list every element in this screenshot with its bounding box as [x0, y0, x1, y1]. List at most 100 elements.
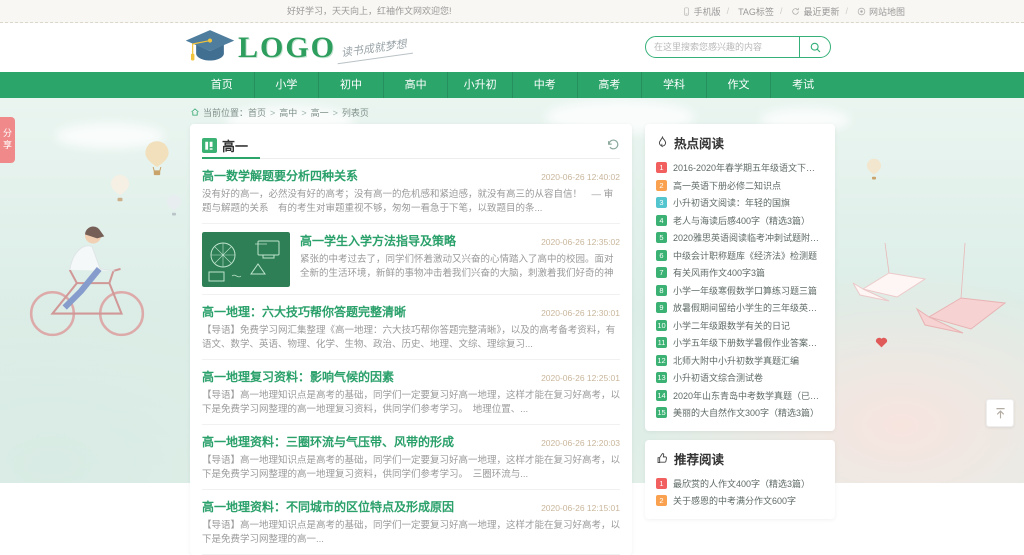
top-utility-bar: 好好学习，天天向上，红袖作文网欢迎您! 手机版TAG标签最近更新网站地图 [0, 0, 1024, 23]
rank-badge: 7 [656, 267, 667, 278]
breadcrumb-item-2[interactable]: 高一 [297, 106, 328, 119]
hot-reading-panel: 热点阅读 1 2016-2020年春学期五年级语文下期末模拟 2 高一英语下册必… [645, 124, 835, 431]
hot-reading-item-13[interactable]: 14 2020年山东青岛中考数学真题（已公布） [656, 387, 824, 405]
nav-item-8[interactable]: 作文 [706, 72, 771, 98]
article-summary: 【导语】免费学习网汇集整理《高一地理：六大技巧帮你答题完整清晰》，以及的高考备考… [202, 324, 620, 352]
rank-badge: 5 [656, 232, 667, 243]
hot-reading-item-8[interactable]: 9 放暑假期间留给小学生的三年级英语作文范文 [656, 299, 824, 317]
search-box [645, 36, 831, 58]
hot-air-balloon-icon [110, 174, 130, 202]
nav-item-4[interactable]: 小升初 [447, 72, 512, 98]
rank-badge: 4 [656, 215, 667, 226]
back-to-top-icon [994, 407, 1007, 420]
main-navigation: 首页小学初中高中小升初中考高考学科作文考试 [0, 72, 1024, 98]
article-summary: 没有好的高一，必然没有好的高考；没有高一的危机感和紧迫感，就没有高三的从容自信！… [202, 188, 620, 216]
hot-reading-item-11[interactable]: 12 北师大附中小升初数学真题汇编 [656, 352, 824, 370]
hot-reading-item-12[interactable]: 13 小升初语文综合测试卷 [656, 369, 824, 387]
article-thumbnail[interactable] [202, 232, 290, 287]
topbar-link-1[interactable]: TAG标签 [721, 5, 774, 18]
hot-reading-item-0[interactable]: 1 2016-2020年春学期五年级语文下期末模拟 [656, 159, 824, 177]
nav-item-7[interactable]: 学科 [641, 72, 706, 98]
hot-reading-item-9[interactable]: 10 小学二年级跟数学有关的日记 [656, 317, 824, 335]
nav-item-1[interactable]: 小学 [254, 72, 319, 98]
nav-item-5[interactable]: 中考 [512, 72, 577, 98]
logo-text: LOGO [238, 31, 336, 65]
rank-badge: 1 [656, 478, 667, 489]
article-title[interactable]: 高一地理复习资料：影响气候的因素 [202, 368, 394, 385]
rank-badge: 8 [656, 285, 667, 296]
back-to-top-button[interactable] [986, 399, 1014, 427]
topbar-link-3[interactable]: 网站地图 [839, 5, 905, 18]
hot-reading-title: 热点阅读 [674, 133, 724, 152]
recommended-reading-item-1[interactable]: 2 关于感恩的中考满分作文600字 [656, 492, 824, 510]
article-item-2: 高一地理：六大技巧帮你答题完整清晰 2020-06-26 12:30:01 【导… [202, 295, 620, 360]
article-item-5: 高一地理资料：不同城市的区位特点及形成原因 2020-06-26 12:15:0… [202, 490, 620, 555]
recommended-reading-panel: 推荐阅读 1 最欣赏的人作文400字（精选3篇） 2 关于感恩的中考满分作文60… [645, 440, 835, 519]
article-title[interactable]: 高一数学解题要分析四种关系 [202, 167, 358, 184]
article-title[interactable]: 高一地理资料：不同城市的区位特点及形成原因 [202, 498, 454, 515]
undo-icon[interactable] [606, 138, 620, 152]
search-button[interactable] [799, 37, 830, 57]
flame-icon [656, 136, 669, 149]
hot-reading-header: 热点阅读 [656, 133, 824, 152]
hot-air-balloon-icon [144, 140, 170, 176]
sitemap-icon [857, 7, 866, 16]
article-title[interactable]: 高一学生入学方法指导及策略 [300, 232, 456, 249]
home-icon [190, 107, 200, 117]
topbar-link-0[interactable]: 手机版 [682, 5, 721, 18]
phone-icon [682, 7, 691, 16]
cyclist-illustration [20, 210, 152, 342]
article-title[interactable]: 高一地理：六大技巧帮你答题完整清晰 [202, 303, 406, 320]
breadcrumb-prefix: 当前位置： [203, 106, 248, 119]
welcome-text: 好好学习，天天向上，红袖作文网欢迎您! [287, 0, 452, 22]
nav-item-6[interactable]: 高考 [577, 72, 642, 98]
refresh-icon [791, 7, 800, 16]
hot-reading-item-2[interactable]: 3 小升初语文阅读：年轻的国旗 [656, 194, 824, 212]
search-icon [809, 41, 822, 54]
origami-crane-decoration [845, 243, 1015, 348]
hot-reading-item-1[interactable]: 2 高一英语下册必修二知识点 [656, 177, 824, 195]
recommended-reading-item-0[interactable]: 1 最欣赏的人作文400字（精选3篇） [656, 475, 824, 493]
rank-badge: 14 [656, 390, 667, 401]
share-button[interactable]: 分享 [0, 117, 15, 163]
nav-item-9[interactable]: 考试 [770, 72, 835, 98]
article-date: 2020-06-26 12:20:03 [533, 438, 620, 448]
hot-air-balloon-icon [166, 194, 182, 216]
brand-slogan: 读书成就梦想 [335, 35, 413, 64]
search-input[interactable] [646, 42, 799, 52]
hot-reading-item-6[interactable]: 7 有关风雨作文400字3篇 [656, 264, 824, 282]
breadcrumb-item-0[interactable]: 首页 [248, 106, 266, 119]
article-date: 2020-06-26 12:15:01 [533, 503, 620, 513]
nav-item-3[interactable]: 高中 [383, 72, 448, 98]
hot-reading-item-14[interactable]: 15 美丽的大自然作文300字（精选3篇） [656, 404, 824, 422]
article-summary: 【导语】高一地理知识点是高考的基础，同学们一定要复习好高一地理，这样才能在复习好… [202, 519, 620, 547]
topbar-link-2[interactable]: 最近更新 [774, 5, 840, 18]
hot-reading-item-7[interactable]: 8 小学一年级寒假数学口算练习题三篇 [656, 282, 824, 300]
rank-badge: 9 [656, 302, 667, 313]
article-date: 2020-06-26 12:30:01 [533, 308, 620, 318]
hot-reading-item-4[interactable]: 5 2020雅思英语阅读临考冲刺试题附答案 [656, 229, 824, 247]
rank-badge: 6 [656, 250, 667, 261]
site-logo[interactable]: LOGO [184, 26, 336, 69]
article-title[interactable]: 高一地理资料：三圈环流与气压带、风带的形成 [202, 433, 454, 450]
breadcrumb: 当前位置： 首页高中高一列表页 [190, 103, 369, 121]
rank-badge: 12 [656, 355, 667, 366]
breadcrumb-item-3[interactable]: 列表页 [329, 106, 369, 119]
hot-reading-item-10[interactable]: 11 小学五年级下册数学暑假作业答案【20-61 [656, 334, 824, 352]
thumbs-up-icon [656, 452, 669, 465]
article-item-4: 高一地理资料：三圈环流与气压带、风带的形成 2020-06-26 12:20:0… [202, 425, 620, 490]
article-item-1: 高一学生入学方法指导及策略 2020-06-26 12:35:02 紧张的中考过… [202, 224, 620, 295]
article-item-3: 高一地理复习资料：影响气候的因素 2020-06-26 12:25:01 【导语… [202, 360, 620, 425]
rank-badge: 13 [656, 372, 667, 383]
nav-item-2[interactable]: 初中 [318, 72, 383, 98]
article-summary: 【导语】高一地理知识点是高考的基础，同学们一定要复习好高一地理，这样才能在复习好… [202, 389, 620, 417]
recommended-reading-header: 推荐阅读 [656, 449, 824, 468]
hot-reading-item-3[interactable]: 4 老人与海读后感400字（精选3篇） [656, 212, 824, 230]
graduation-cap-icon [184, 26, 236, 69]
article-date: 2020-06-26 12:25:01 [533, 373, 620, 383]
hot-reading-item-5[interactable]: 6 中级会计职称题库《经济法》检测题 [656, 247, 824, 265]
topbar-links: 手机版TAG标签最近更新网站地图 [682, 0, 905, 22]
breadcrumb-item-1[interactable]: 高中 [266, 106, 297, 119]
rank-badge: 11 [656, 337, 667, 348]
nav-item-0[interactable]: 首页 [190, 72, 254, 98]
